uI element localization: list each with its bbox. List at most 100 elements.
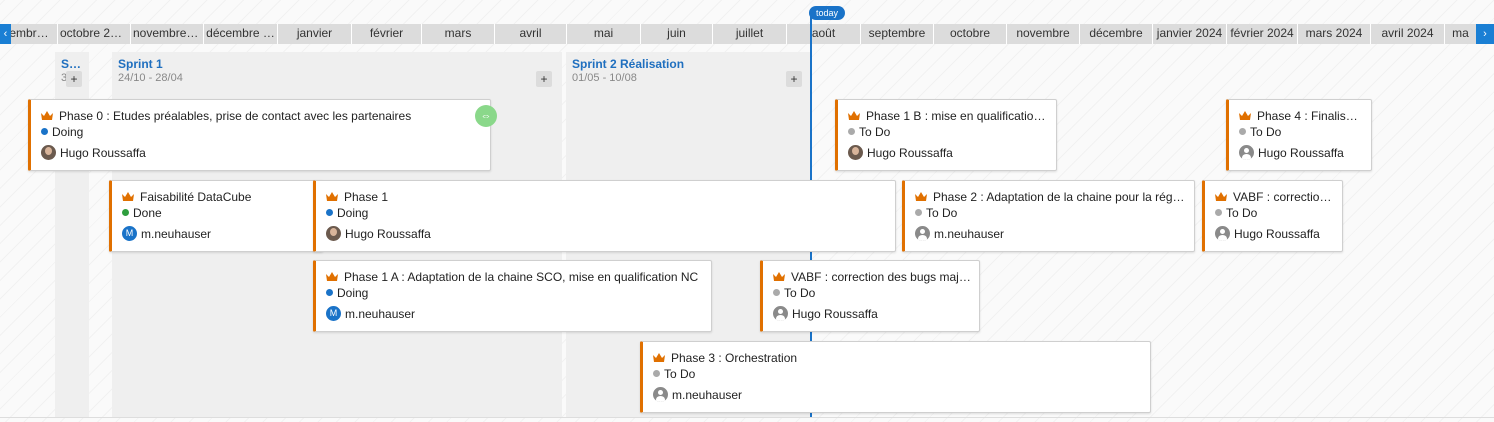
link-dependency-button[interactable]: ⇔ (475, 105, 497, 127)
crown-icon (915, 192, 927, 201)
epic-card[interactable]: Phase 2 : Adaptation de la chaine pour l… (902, 180, 1195, 252)
status-dot-icon (122, 209, 129, 216)
crown-icon (41, 111, 53, 120)
epic-card[interactable]: Phase 4 : Finalisat… To Do Hugo Roussaffa (1226, 99, 1372, 171)
card-title: Phase 1 B : mise en qualification … (866, 109, 1048, 123)
today-badge: today (808, 6, 846, 20)
month-cell: juillet (712, 24, 786, 44)
status-label: To Do (926, 206, 958, 220)
status-label: Doing (337, 286, 369, 300)
month-cell: octobre (933, 24, 1006, 44)
status-dot-icon (1215, 209, 1222, 216)
timeline-view: embr… octobre 2022 novembre … décembre …… (0, 0, 1494, 422)
card-title: Phase 0 : Etudes préalables, prise de co… (59, 109, 412, 123)
status-row: Done (122, 206, 162, 220)
card-title-row: Phase 3 : Orchestration (653, 351, 1142, 365)
epic-card[interactable]: VABF : correction… To Do Hugo Roussaffa (1202, 180, 1343, 252)
crown-icon (848, 111, 860, 120)
month-cell: septembre (860, 24, 933, 44)
avatar-placeholder-icon (1239, 145, 1254, 160)
assignee-name: Hugo Roussaffa (1234, 226, 1320, 241)
sprint-dates: 01/05 - 10/08 (572, 72, 637, 84)
epic-card[interactable]: VABF : correction des bugs maje… To Do Hug… (760, 260, 980, 332)
month-cell: mars (421, 24, 494, 44)
status-dot-icon (848, 128, 855, 135)
assignee: Hugo Roussaffa (773, 306, 878, 321)
month-cell: novembre … (130, 24, 203, 44)
month-cell: mai (566, 24, 640, 44)
card-title-row: VABF : correction… (1215, 190, 1334, 204)
status-dot-icon (915, 209, 922, 216)
status-label: Doing (337, 206, 369, 220)
epic-card[interactable]: Phase 0 : Etudes préalables, prise de co… (28, 99, 491, 171)
avatar: M (122, 226, 137, 241)
link-icon: ⇔ (480, 110, 492, 122)
card-title: Faisabilité DataCube (140, 190, 252, 204)
sprint-title[interactable]: Sprint 1 (118, 57, 163, 71)
card-title-row: Faisabilité DataCube (122, 190, 314, 204)
status-row: To Do (773, 286, 815, 300)
epic-card[interactable]: Phase 3 : Orchestration To Do m.neuhauser (640, 341, 1151, 413)
status-row: Doing (326, 286, 368, 300)
add-item-button[interactable]: + (66, 71, 82, 87)
avatar-placeholder-icon (773, 306, 788, 321)
card-title: VABF : correction des bugs maje… (791, 270, 971, 284)
card-title: Phase 4 : Finalisat… (1257, 109, 1363, 123)
epic-card[interactable]: Phase 1 Doing Hugo Roussaffa (313, 180, 896, 252)
status-dot-icon (1239, 128, 1246, 135)
card-title-row: Phase 2 : Adaptation de la chaine pour l… (915, 190, 1186, 204)
status-row: To Do (848, 125, 890, 139)
epic-card[interactable]: Phase 1 B : mise en qualification … To Do… (835, 99, 1057, 171)
assignee: Hugo Roussaffa (1239, 145, 1344, 160)
month-cell: avril (494, 24, 566, 44)
epic-card[interactable]: Phase 1 A : Adaptation de la chaine SCO,… (313, 260, 712, 332)
sprint-title[interactable]: S… (61, 57, 83, 71)
divider (0, 417, 1494, 418)
card-title-row: Phase 0 : Etudes préalables, prise de co… (41, 109, 482, 123)
status-row: To Do (653, 367, 695, 381)
assignee-name: m.neuhauser (345, 306, 416, 321)
chevron-right-icon: › (1483, 28, 1487, 40)
status-label: To Do (859, 125, 891, 139)
month-cell: ma (1444, 24, 1476, 44)
status-row: To Do (1239, 125, 1281, 139)
status-label: To Do (784, 286, 816, 300)
card-title-row: Phase 4 : Finalisat… (1239, 109, 1363, 123)
month-cell: avril 2024 (1370, 24, 1444, 44)
crown-icon (653, 353, 665, 362)
month-cell: janvier (277, 24, 351, 44)
sprint-title[interactable]: Sprint 2 Réalisation (572, 57, 684, 71)
add-item-button[interactable]: + (536, 71, 552, 87)
month-cell: novembre (1006, 24, 1079, 44)
month-cell: octobre 2022 (57, 24, 130, 44)
add-item-button[interactable]: + (786, 71, 802, 87)
month-cell: décembre … (203, 24, 277, 44)
assignee: Mm.neuhauser (122, 226, 211, 241)
status-row: Doing (326, 206, 368, 220)
status-dot-icon (41, 128, 48, 135)
assignee: Mm.neuhauser (326, 306, 415, 321)
scroll-left-button[interactable]: ‹ (0, 24, 11, 44)
assignee: Hugo Roussaffa (848, 145, 953, 160)
assignee-name: Hugo Roussaffa (60, 145, 146, 160)
crown-icon (326, 192, 338, 201)
assignee: Hugo Roussaffa (41, 145, 146, 160)
month-cell: août (786, 24, 860, 44)
avatar: M (326, 306, 341, 321)
assignee-name: Hugo Roussaffa (867, 145, 953, 160)
card-title: Phase 1 A : Adaptation de la chaine SCO,… (344, 270, 699, 284)
status-dot-icon (326, 209, 333, 216)
month-cell: février (351, 24, 421, 44)
assignee: m.neuhauser (653, 387, 742, 402)
scroll-right-button[interactable]: › (1476, 24, 1494, 44)
assignee: m.neuhauser (915, 226, 1004, 241)
crown-icon (1239, 111, 1251, 120)
card-title: Phase 1 (344, 190, 389, 204)
status-label: To Do (1250, 125, 1282, 139)
epic-card[interactable]: Faisabilité DataCube Done Mm.neuhauser (109, 180, 323, 252)
status-row: To Do (915, 206, 957, 220)
avatar (41, 145, 56, 160)
avatar-placeholder-icon (915, 226, 930, 241)
assignee-name: Hugo Roussaffa (345, 226, 431, 241)
status-label: To Do (664, 367, 696, 381)
